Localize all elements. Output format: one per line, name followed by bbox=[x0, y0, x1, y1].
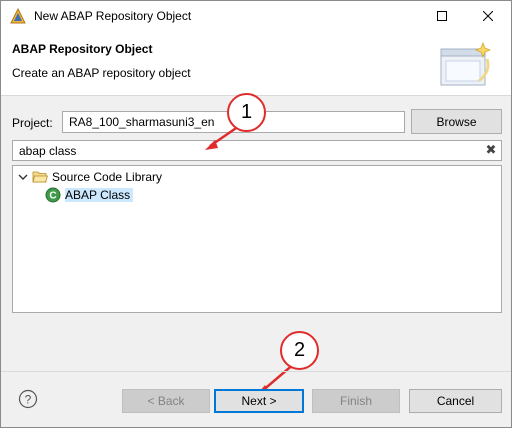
tree-item-source-code-library[interactable]: Source Code Library bbox=[18, 168, 162, 186]
help-icon[interactable]: ? bbox=[18, 389, 38, 409]
object-type-tree[interactable]: Source Code Library C ABAP Class bbox=[12, 165, 502, 313]
project-label: Project: bbox=[12, 116, 53, 130]
abap-class-icon: C bbox=[45, 187, 61, 203]
tree-item-label: ABAP Class bbox=[65, 188, 134, 202]
cancel-button[interactable]: Cancel bbox=[409, 389, 502, 413]
next-button[interactable]: Next > bbox=[214, 389, 304, 413]
filter-input[interactable] bbox=[12, 140, 502, 161]
eclipse-abap-icon bbox=[10, 8, 26, 24]
wizard-banner: ABAP Repository Object Create an ABAP re… bbox=[1, 32, 511, 96]
folder-open-icon bbox=[32, 170, 48, 184]
new-abap-repository-object-dialog: New ABAP Repository Object ABAP Reposito… bbox=[0, 0, 512, 428]
finish-button[interactable]: Finish bbox=[312, 389, 400, 413]
callout-2: 2 bbox=[280, 331, 319, 370]
tree-item-abap-class[interactable]: C ABAP Class bbox=[45, 186, 134, 204]
close-button[interactable] bbox=[465, 1, 511, 31]
banner-subtitle: Create an ABAP repository object bbox=[12, 66, 191, 80]
clear-icon[interactable]: ✖ bbox=[483, 142, 499, 158]
chevron-down-icon[interactable] bbox=[18, 172, 28, 182]
browse-button[interactable]: Browse bbox=[411, 109, 502, 134]
callout-1: 1 bbox=[227, 93, 266, 132]
maximize-button[interactable] bbox=[419, 1, 465, 31]
svg-text:C: C bbox=[49, 191, 56, 202]
window-title: New ABAP Repository Object bbox=[34, 9, 192, 23]
banner-title: ABAP Repository Object bbox=[12, 42, 153, 56]
close-icon bbox=[483, 11, 493, 21]
svg-text:?: ? bbox=[25, 392, 32, 406]
maximize-icon bbox=[437, 11, 447, 21]
tree-item-label: Source Code Library bbox=[52, 170, 163, 184]
footer-divider bbox=[1, 371, 511, 372]
wizard-banner-icon bbox=[440, 41, 491, 86]
title-bar[interactable]: New ABAP Repository Object bbox=[1, 1, 511, 32]
back-button[interactable]: < Back bbox=[122, 389, 210, 413]
